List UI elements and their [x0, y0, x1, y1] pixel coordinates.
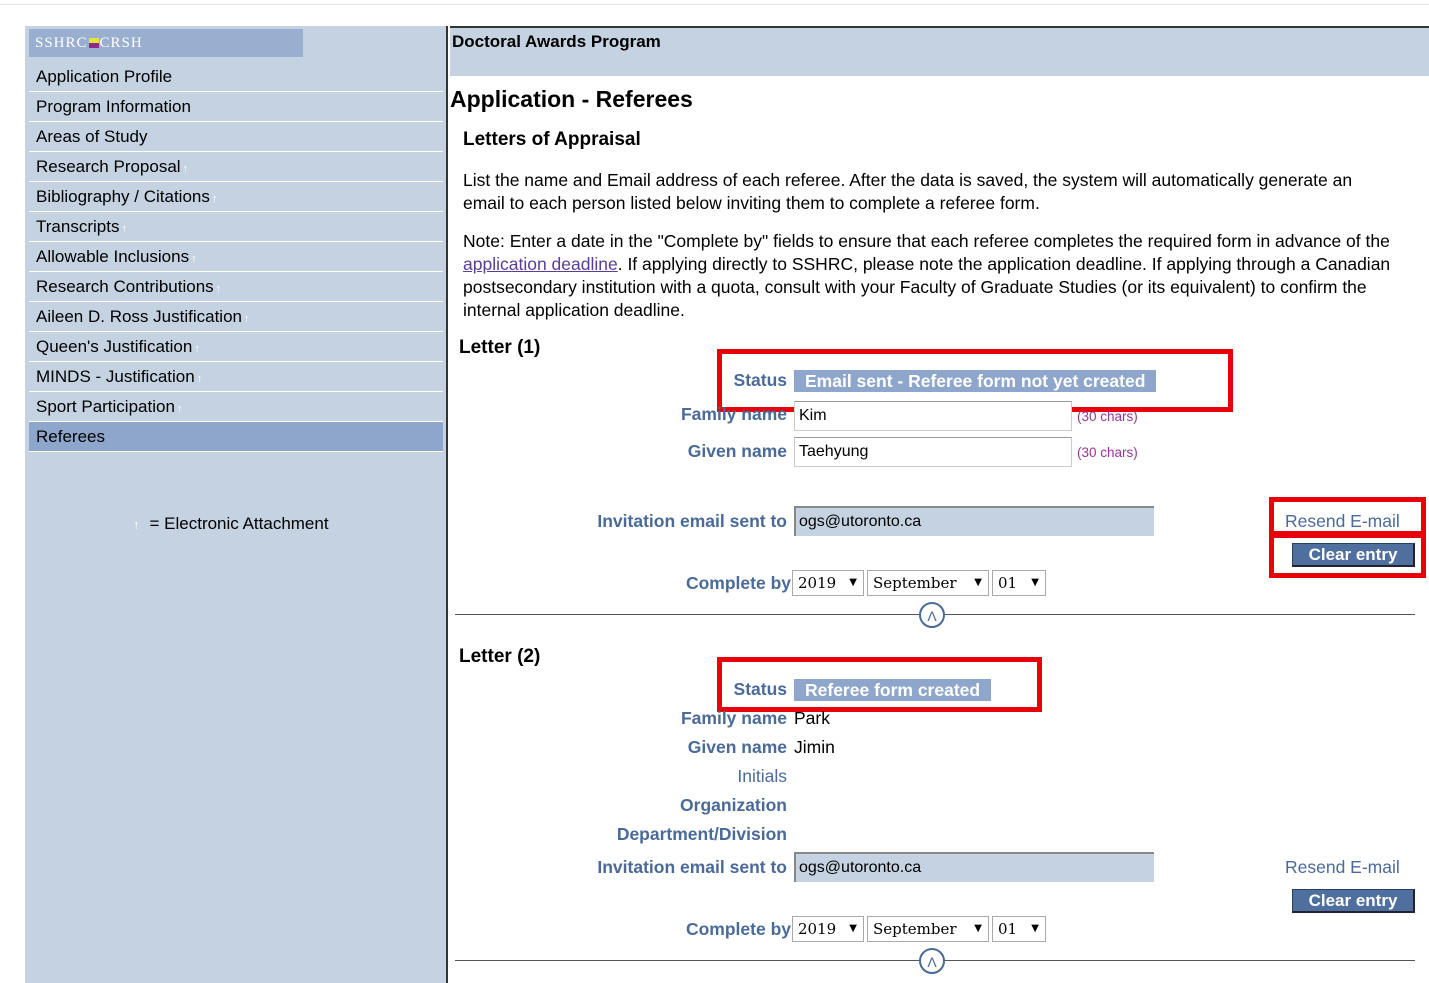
family-name-value: Park	[794, 708, 830, 728]
highlight-box	[717, 657, 1042, 712]
up-arrow-icon: ↑	[121, 223, 127, 235]
given-name-label: Given name	[687, 441, 787, 461]
complete-by-label: Complete by	[685, 919, 791, 939]
char-limit: (30 chars)	[1077, 445, 1138, 460]
sidebar: SSHRC CRSH Application Profile Program In…	[25, 26, 448, 983]
sidebar-item-aileen-ross[interactable]: Aileen D. Ross Justification ↑	[29, 302, 443, 332]
program-header: Doctoral Awards Program	[450, 26, 1429, 76]
initials-label: Initials	[737, 766, 787, 786]
year-select[interactable]: 2019 ▼	[792, 916, 864, 942]
highlight-box	[1269, 497, 1426, 536]
sshrc-logo: SSHRC CRSH	[29, 29, 303, 57]
sidebar-item-areas-of-study[interactable]: Areas of Study	[29, 122, 443, 152]
day-select[interactable]: 01 ▼	[992, 916, 1046, 942]
sidebar-item-sport[interactable]: Sport Participation ↑	[29, 392, 443, 422]
family-name-input[interactable]	[794, 401, 1072, 431]
up-arrow-icon: ↑	[211, 193, 218, 205]
section-title: Letters of Appraisal	[463, 129, 641, 150]
chevron-down-icon: ▼	[849, 577, 857, 588]
department-label: Department/Division	[616, 824, 787, 844]
chevron-down-icon: ▼	[849, 923, 857, 934]
intro-text: List the name and Email address of each …	[463, 170, 1353, 213]
sidebar-item-queens[interactable]: Queen's Justification ↑	[29, 332, 443, 362]
resend-email-link[interactable]: Resend E-mail	[1285, 857, 1400, 878]
chevron-down-icon: ▼	[974, 923, 982, 934]
month-select[interactable]: September ▼	[867, 570, 989, 596]
sidebar-item-bibliography[interactable]: Bibliography / Citations ↑	[29, 182, 443, 212]
invitation-email-field: ogs@utoronto.ca	[794, 506, 1154, 536]
sidebar-nav: Application Profile Program Information …	[29, 62, 443, 452]
up-arrow-icon: ↑	[196, 373, 203, 385]
chevron-down-icon: ▼	[974, 577, 982, 588]
up-arrow-icon: ↑	[215, 283, 222, 295]
sidebar-item-application-profile[interactable]: Application Profile	[29, 62, 443, 92]
invitation-label: Invitation email sent to	[597, 511, 787, 531]
application-deadline-link[interactable]: application deadline	[463, 254, 618, 274]
sidebar-item-referees[interactable]: Referees	[29, 422, 443, 452]
chevron-down-icon: ▼	[1031, 923, 1039, 934]
scroll-top-icon[interactable]: Λ	[919, 948, 945, 974]
given-name-value: Jimin	[794, 737, 835, 757]
attachment-legend: ↑ = Electronic Attachment	[133, 514, 329, 533]
char-limit: (30 chars)	[1077, 409, 1138, 424]
family-name-label: Family name	[680, 708, 787, 728]
up-arrow-icon: ↑	[182, 163, 189, 175]
given-name-label: Given name	[687, 737, 787, 757]
top-border	[0, 0, 1429, 5]
invitation-label: Invitation email sent to	[597, 857, 787, 877]
clear-entry-button[interactable]: Clear entry	[1292, 889, 1415, 913]
organization-label: Organization	[680, 795, 787, 815]
chevron-down-icon: ▼	[1031, 577, 1039, 588]
up-arrow-icon: ↑	[176, 403, 183, 415]
sidebar-item-research-proposal[interactable]: Research Proposal ↑	[29, 152, 443, 182]
given-name-input[interactable]	[794, 437, 1072, 467]
complete-by-label: Complete by	[685, 573, 791, 593]
letter-2-title: Letter (2)	[459, 646, 541, 667]
sidebar-item-minds[interactable]: MINDS - Justification ↑	[29, 362, 443, 392]
invitation-email-field: ogs@utoronto.ca	[794, 852, 1154, 882]
flag-icon	[88, 37, 99, 48]
page-title: Application - Referees	[450, 86, 693, 112]
sidebar-item-transcripts[interactable]: Transcripts ↑	[29, 212, 443, 242]
sidebar-item-allowable-inclusions[interactable]: Allowable Inclusions ↑	[29, 242, 443, 272]
up-arrow-icon: ↑	[191, 253, 197, 265]
scroll-top-icon[interactable]: Λ	[919, 602, 945, 628]
letter-1-title: Letter (1)	[459, 337, 541, 358]
year-select[interactable]: 2019 ▼	[792, 570, 864, 596]
up-arrow-icon: ↑	[194, 343, 200, 355]
program-title: Doctoral Awards Program	[452, 32, 661, 51]
sidebar-item-research-contributions[interactable]: Research Contributions ↑	[29, 272, 443, 302]
family-name-label: Family name	[680, 404, 787, 424]
month-select[interactable]: September ▼	[867, 916, 989, 942]
note-text: Note: Enter a date in the "Complete by" …	[463, 231, 1391, 320]
up-arrow-icon: ↑	[243, 313, 250, 325]
sidebar-item-program-information[interactable]: Program Information	[29, 92, 443, 122]
highlight-box	[1269, 533, 1426, 578]
day-select[interactable]: 01 ▼	[992, 570, 1046, 596]
up-arrow-icon: ↑	[133, 517, 140, 532]
